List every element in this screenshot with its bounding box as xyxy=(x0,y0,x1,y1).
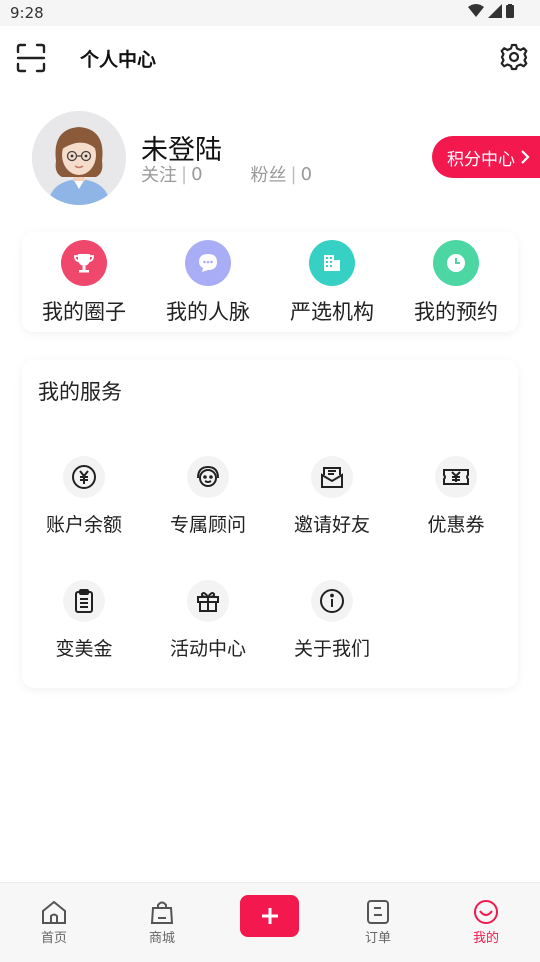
service-account-balance[interactable]: 账户余额 xyxy=(22,456,146,537)
scan-icon xyxy=(16,43,46,73)
status-bar: 9:28 xyxy=(0,0,540,26)
headset-icon xyxy=(187,456,229,498)
status-time: 9:28 xyxy=(10,4,44,22)
follow-stat[interactable]: 关注 | 0 xyxy=(141,161,203,187)
order-icon xyxy=(367,900,389,924)
trophy-icon xyxy=(61,240,107,286)
wifi-icon xyxy=(468,4,484,17)
chevron-right-icon xyxy=(521,150,530,164)
quick-item-my-circle[interactable]: 我的圈子 xyxy=(22,240,146,326)
chat-bubble-icon xyxy=(185,240,231,286)
profile-stats: 关注 | 0 粉丝 | 0 xyxy=(141,161,360,187)
clock-icon xyxy=(433,240,479,286)
service-beauty-fund[interactable]: 变美金 xyxy=(22,580,146,661)
fans-count: 0 xyxy=(300,163,313,185)
shopping-bag-icon xyxy=(150,901,174,924)
info-icon xyxy=(311,580,353,622)
tab-label: 我的 xyxy=(472,931,499,946)
service-coupons[interactable]: 优惠券 xyxy=(394,456,518,537)
home-icon xyxy=(42,900,66,924)
building-icon xyxy=(309,240,355,286)
battery-icon xyxy=(506,4,514,18)
service-invite-friends[interactable]: 邀请好友 xyxy=(270,456,394,537)
avatar-illustration-icon xyxy=(32,111,126,205)
header: 个人中心 xyxy=(0,26,540,92)
service-consultant[interactable]: 专属顾问 xyxy=(146,456,270,537)
points-center-label: 积分中心 xyxy=(447,149,515,170)
quick-item-label: 严选机构 xyxy=(290,300,374,324)
envelope-icon xyxy=(311,456,353,498)
quick-item-label: 我的预约 xyxy=(414,300,498,324)
quick-item-institutions[interactable]: 严选机构 xyxy=(270,240,394,326)
signal-icon xyxy=(488,4,502,18)
tab-label: 商城 xyxy=(148,931,175,946)
services-title: 我的服务 xyxy=(38,380,122,404)
gear-icon xyxy=(500,43,528,71)
plus-icon xyxy=(261,908,278,924)
status-icons xyxy=(468,4,514,18)
tab-home[interactable]: 首页 xyxy=(0,899,108,946)
points-center-button[interactable]: 积分中心 xyxy=(432,136,540,178)
fans-stat[interactable]: 粉丝 | 0 xyxy=(251,161,313,187)
service-label: 活动中心 xyxy=(169,638,246,660)
fans-label: 粉丝 xyxy=(250,165,287,186)
add-button[interactable] xyxy=(240,895,299,937)
follow-count: 0 xyxy=(191,163,203,185)
service-label: 邀请好友 xyxy=(293,514,370,536)
service-about-us[interactable]: 关于我们 xyxy=(270,580,394,661)
quick-item-label: 我的圈子 xyxy=(42,300,126,324)
service-label: 专属顾问 xyxy=(169,514,246,536)
service-label: 优惠券 xyxy=(427,514,485,536)
settings-button[interactable] xyxy=(500,43,528,71)
gift-icon xyxy=(187,580,229,622)
profile-section: 未登陆 关注 | 0 粉丝 | 0 积分中心 xyxy=(0,100,540,220)
services-card: 我的服务 账户余额 专属顾问 邀请好友 优惠券 变美金 活动中心 关于我们 xyxy=(22,360,518,688)
tab-mine[interactable]: 我的 xyxy=(432,899,540,946)
tab-label: 订单 xyxy=(364,931,391,946)
service-label: 账户余额 xyxy=(45,514,122,536)
scan-button[interactable] xyxy=(16,43,46,73)
quick-item-label: 我的人脉 xyxy=(166,300,250,324)
coupon-icon xyxy=(435,456,477,498)
tab-orders[interactable]: 订单 xyxy=(324,899,432,946)
service-label: 关于我们 xyxy=(293,638,370,660)
clipboard-icon xyxy=(63,580,105,622)
page-title: 个人中心 xyxy=(80,49,157,71)
stat-divider: | xyxy=(181,163,188,185)
quick-item-appointments[interactable]: 我的预约 xyxy=(394,240,518,326)
service-label: 变美金 xyxy=(55,638,113,660)
yuan-coin-icon xyxy=(63,456,105,498)
tab-bar: 首页 商城 订单 我的 xyxy=(0,882,540,962)
quick-item-my-contacts[interactable]: 我的人脉 xyxy=(146,240,270,326)
service-activity-center[interactable]: 活动中心 xyxy=(146,580,270,661)
quick-actions-card: 我的圈子 我的人脉 严选机构 我的预约 xyxy=(22,232,518,332)
follow-label: 关注 xyxy=(141,165,177,186)
avatar[interactable] xyxy=(32,111,126,205)
stat-divider: | xyxy=(290,163,297,185)
smile-icon xyxy=(474,900,498,924)
tab-mall[interactable]: 商城 xyxy=(108,899,216,946)
tab-label: 首页 xyxy=(40,931,67,946)
